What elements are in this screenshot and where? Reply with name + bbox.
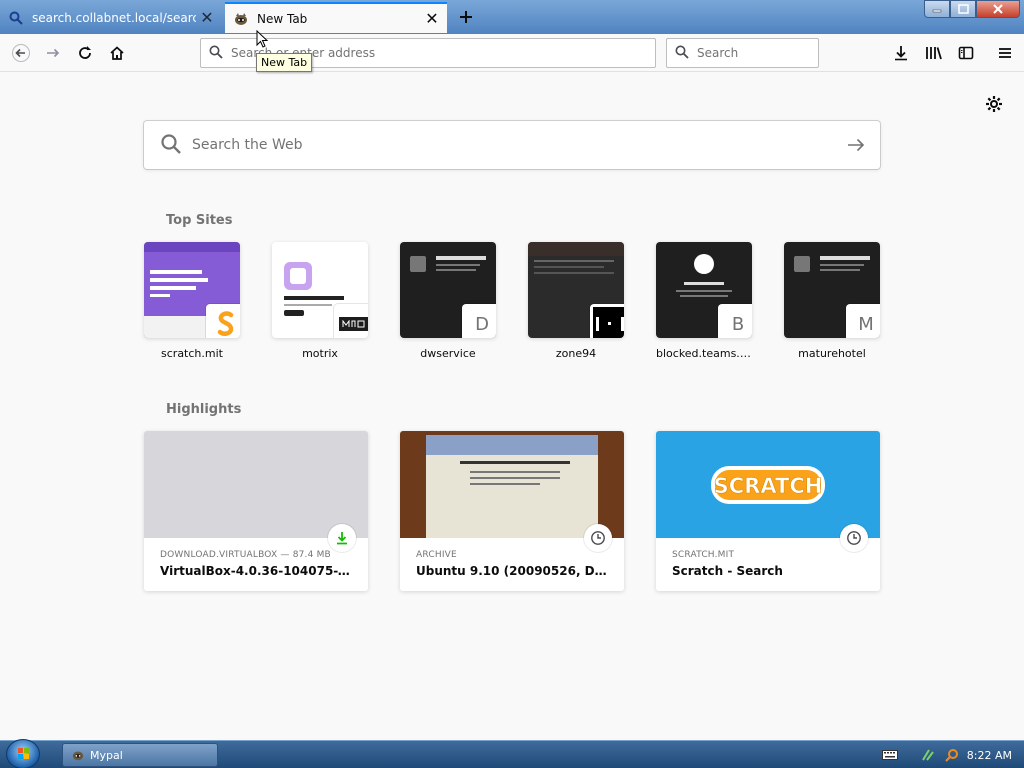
search-icon (209, 45, 223, 62)
home-icon (110, 46, 124, 60)
windows-taskbar: Mypal 8:22 AM (0, 739, 1024, 768)
library-button[interactable] (919, 38, 949, 68)
site-thumbnail (528, 242, 624, 338)
site-thumbnail: D (400, 242, 496, 338)
tab-strip: search.collabnet.local/search ✕ New Tab … (0, 0, 1024, 34)
downloads-button[interactable] (886, 38, 916, 68)
back-arrow-icon (12, 44, 30, 62)
site-label: zone94 (555, 347, 597, 360)
site-label: motrix (302, 347, 338, 360)
highlights-grid: DOWNLOAD.VIRTUALBOX — 87.4 MB VirtualBox… (144, 431, 880, 591)
system-tray: 8:22 AM (875, 741, 1024, 768)
home-button[interactable] (102, 38, 132, 68)
top-site-scratch[interactable]: scratch.mit (144, 242, 240, 360)
clock-icon (584, 524, 612, 552)
forward-button[interactable] (38, 38, 68, 68)
close-tab-icon[interactable]: ✕ (421, 8, 443, 30)
tab-tooltip: New Tab (256, 53, 313, 72)
raccoon-app-icon (71, 748, 85, 762)
close-window-button[interactable] (976, 0, 1020, 18)
site-letter-icon: M (846, 304, 880, 338)
minimize-button[interactable] (924, 0, 950, 18)
navigation-toolbar (0, 34, 1024, 72)
tab-search-collabnet[interactable]: search.collabnet.local/search ✕ (0, 2, 222, 33)
card-preview (144, 431, 368, 538)
site-label: blocked.teams.cl... (656, 347, 752, 360)
top-site-zone94[interactable]: zone94 (528, 242, 624, 360)
search-input[interactable] (697, 46, 847, 60)
site-letter-icon: D (462, 304, 496, 338)
search-go-arrow-icon[interactable] (832, 121, 880, 169)
web-search-box[interactable] (144, 121, 880, 169)
highlight-card-virtualbox[interactable]: DOWNLOAD.VIRTUALBOX — 87.4 MB VirtualBox… (144, 431, 368, 591)
site-thumbnail: M (784, 242, 880, 338)
library-icon (926, 47, 942, 60)
taskbar-task-mypal[interactable]: Mypal (62, 743, 218, 767)
card-preview (400, 431, 624, 538)
tab-title: search.collabnet.local/search (32, 10, 196, 25)
card-source: ARCHIVE (416, 550, 457, 560)
site-thumbnail (144, 242, 240, 338)
top-sites-grid: scratch.mit motrix D dwservice zone94 B … (144, 242, 880, 360)
card-preview: SCRATCH (656, 431, 880, 538)
highlight-card-scratch[interactable]: SCRATCH SCRATCH.MIT Scratch - Search (656, 431, 880, 591)
search-tray-icon[interactable] (943, 746, 961, 764)
search-icon (160, 133, 182, 158)
start-button[interactable] (6, 739, 40, 768)
site-label: dwservice (420, 347, 476, 360)
top-sites-heading: Top Sites (166, 213, 233, 228)
card-source: DOWNLOAD.VIRTUALBOX — 87.4 MB (160, 550, 331, 560)
top-site-blocked-teams[interactable]: B blocked.teams.cl... (656, 242, 752, 360)
top-site-motrix[interactable]: motrix (272, 242, 368, 360)
motrix-logo-icon (334, 304, 368, 338)
card-title: Ubuntu 9.10 (20090526, DVD, i3... (416, 564, 608, 578)
card-title: Scratch - Search (672, 564, 783, 578)
card-title: VirtualBox-4.0.36-104075-Win.... (160, 564, 352, 578)
download-icon (328, 524, 356, 552)
download-arrow-icon (895, 46, 907, 61)
tab-title: New Tab (257, 11, 308, 26)
hamburger-menu-icon (999, 48, 1011, 58)
close-tab-icon[interactable]: ✕ (196, 7, 218, 29)
maximize-button[interactable] (950, 0, 976, 18)
top-site-dwservice[interactable]: D dwservice (400, 242, 496, 360)
sidebar-button[interactable] (951, 38, 981, 68)
site-label: maturehotel (798, 347, 866, 360)
clock-text[interactable]: 8:22 AM (967, 749, 1012, 762)
mouse-cursor-icon (256, 30, 268, 48)
reload-icon (79, 46, 91, 59)
windows-logo-icon (18, 748, 29, 759)
clock-icon (840, 524, 868, 552)
highlight-card-ubuntu[interactable]: ARCHIVE Ubuntu 9.10 (20090526, DVD, i3..… (400, 431, 624, 591)
site-label: scratch.mit (161, 347, 223, 360)
task-label: Mypal (90, 748, 123, 762)
zone94-logo-icon (590, 304, 624, 338)
menu-button[interactable] (990, 38, 1020, 68)
search-icon (8, 10, 24, 26)
site-letter-icon: B (718, 304, 752, 338)
tab-new-tab[interactable]: New Tab ✕ (225, 2, 447, 33)
card-source: SCRATCH.MIT (672, 550, 735, 560)
network-icon[interactable] (919, 746, 937, 764)
new-tab-button[interactable] (452, 4, 480, 30)
keyboard-icon[interactable] (881, 746, 899, 764)
forward-arrow-icon (47, 48, 60, 58)
scratch-logo-icon (206, 304, 240, 338)
window-controls (924, 0, 1020, 18)
site-thumbnail (272, 242, 368, 338)
raccoon-favicon-icon (233, 11, 249, 27)
search-icon (675, 45, 689, 62)
site-thumbnail: B (656, 242, 752, 338)
sidebar-icon (958, 46, 974, 60)
customize-settings-button[interactable] (982, 92, 1006, 116)
search-bar[interactable] (666, 38, 847, 68)
svg-text:SCRATCH: SCRATCH (714, 474, 823, 498)
gear-icon (986, 96, 1002, 112)
highlights-heading: Highlights (166, 402, 242, 417)
scratch-wordmark-logo: SCRATCH (711, 465, 825, 504)
top-site-maturehotel[interactable]: M maturehotel (784, 242, 880, 360)
web-search-input[interactable] (192, 137, 832, 153)
reload-button[interactable] (70, 38, 100, 68)
back-button[interactable] (6, 38, 36, 68)
